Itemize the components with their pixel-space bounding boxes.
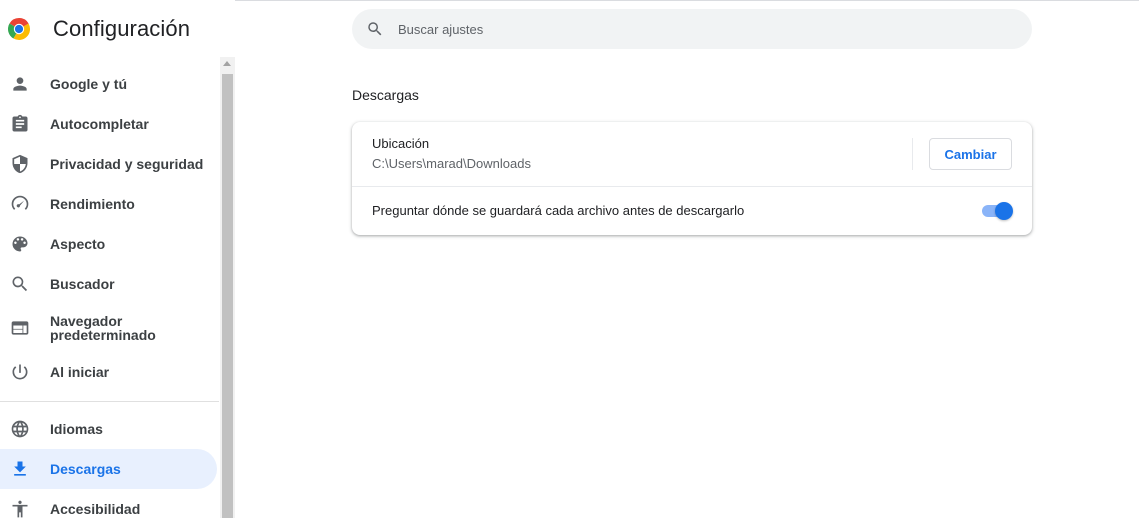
download-icon — [10, 459, 30, 479]
toggle-knob — [995, 202, 1013, 220]
chrome-logo-icon — [7, 18, 31, 41]
location-label: Ubicación — [372, 136, 430, 151]
sidebar-item-buscador[interactable]: Buscador — [0, 264, 217, 304]
person-icon — [10, 74, 30, 94]
search-input[interactable] — [398, 9, 998, 49]
sidebar-item-google-y-tu[interactable]: Google y tú — [0, 64, 217, 104]
power-icon — [10, 362, 30, 382]
sidebar-item-autocompletar[interactable]: Autocompletar — [0, 104, 217, 144]
sidebar-item-label: Google y tú — [50, 76, 127, 92]
sidebar-item-label: Privacidad y seguridad — [50, 156, 204, 172]
sidebar: Google y tú Autocompletar Privacidad y s… — [0, 64, 220, 518]
sidebar-item-rendimiento[interactable]: Rendimiento — [0, 184, 217, 224]
downloads-card: Ubicación C:\Users\marad\Downloads Cambi… — [352, 122, 1032, 235]
search-box[interactable] — [352, 9, 1032, 49]
shield-icon — [10, 154, 30, 174]
accessibility-icon — [10, 499, 30, 518]
sidebar-scrollbar[interactable] — [220, 57, 235, 518]
sidebar-item-label: Autocompletar — [50, 116, 149, 132]
browser-window-icon — [10, 318, 30, 338]
sidebar-item-label: Aspecto — [50, 236, 106, 252]
page-title: Configuración — [53, 16, 191, 41]
sidebar-item-label: Accesibilidad — [50, 501, 141, 517]
top-divider — [235, 0, 1139, 1]
sidebar-item-label: Descargas — [50, 461, 121, 477]
sidebar-item-descargas[interactable]: Descargas — [0, 449, 217, 489]
search-icon — [10, 274, 30, 294]
search-icon — [368, 22, 382, 36]
clipboard-icon — [10, 114, 30, 134]
sidebar-item-privacidad[interactable]: Privacidad y seguridad — [0, 144, 217, 184]
sidebar-item-label: Buscador — [50, 276, 115, 292]
sidebar-item-aspecto[interactable]: Aspecto — [0, 224, 217, 264]
sidebar-item-label: Navegador predeterminado — [50, 313, 156, 343]
change-location-button[interactable]: Cambiar — [929, 138, 1012, 170]
scroll-up-arrow-icon[interactable] — [223, 61, 231, 66]
vertical-separator — [912, 138, 913, 170]
row-separator — [352, 186, 1032, 187]
globe-icon — [10, 419, 30, 439]
sidebar-item-idiomas[interactable]: Idiomas — [0, 409, 217, 449]
sidebar-divider — [0, 401, 219, 402]
sidebar-item-accesibilidad[interactable]: Accesibilidad — [0, 489, 217, 518]
sidebar-item-label: Idiomas — [50, 421, 103, 437]
sidebar-item-al-iniciar[interactable]: Al iniciar — [0, 352, 217, 392]
scrollbar-thumb[interactable] — [222, 74, 233, 518]
sidebar-item-label: Al iniciar — [50, 364, 110, 380]
palette-icon — [10, 234, 30, 254]
speedometer-icon — [10, 194, 30, 214]
location-path: C:\Users\marad\Downloads — [372, 156, 531, 171]
ask-where-toggle[interactable] — [981, 202, 1013, 220]
sidebar-item-label: Rendimiento — [50, 196, 135, 212]
sidebar-item-navegador-predeterminado[interactable]: Navegador predeterminado — [0, 306, 217, 350]
section-title: Descargas — [352, 87, 419, 103]
ask-where-label: Preguntar dónde se guardará cada archivo… — [372, 203, 745, 218]
